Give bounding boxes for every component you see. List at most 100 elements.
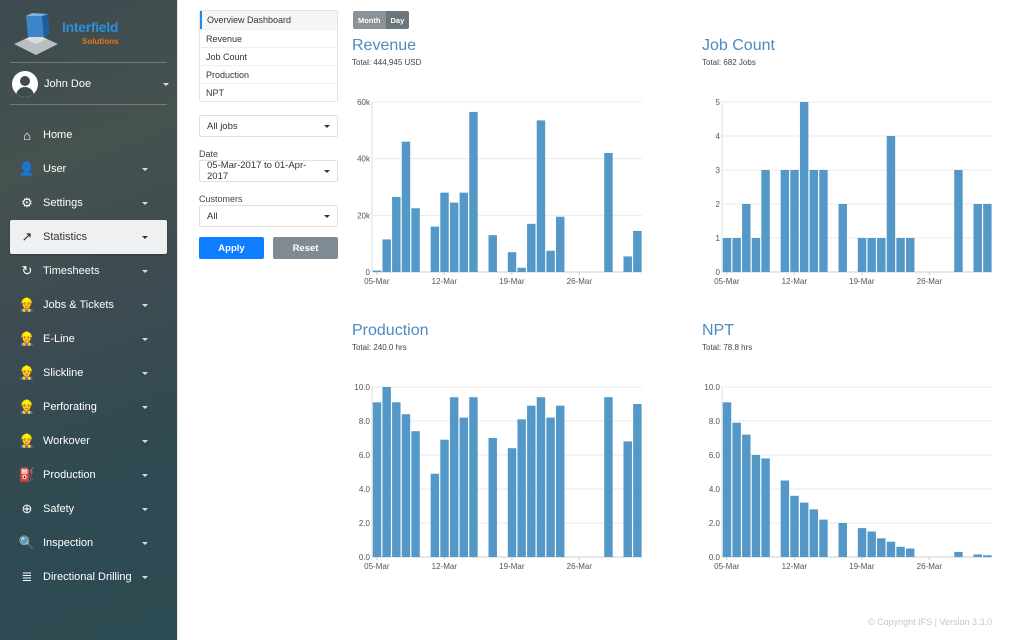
y-tick-label: 2.0 xyxy=(359,519,371,528)
bar xyxy=(857,528,867,557)
bar xyxy=(799,102,809,272)
toggle-day[interactable]: Day xyxy=(385,11,410,29)
sidebar-item-label: Workover xyxy=(43,435,90,447)
job-type-select[interactable]: All jobs xyxy=(199,115,338,137)
x-tick-label: 19-Mar xyxy=(849,562,875,571)
sidebar-item-safety[interactable]: ⊕ Safety xyxy=(10,492,167,526)
brand-logo[interactable]: Interfield Solutions xyxy=(12,12,162,57)
sidebar-item-user[interactable]: 👤 User xyxy=(10,152,167,186)
sidebar-item-inspection[interactable]: 🔍 Inspection xyxy=(10,526,167,560)
production-chart: 0.0 2.0 4.0 6.0 8.0 10.0 05-Mar 12-Mar 19-Mar 26-… xyxy=(354,383,642,571)
sidebar-item-statistics[interactable]: ↗ Statistics xyxy=(10,220,167,254)
bar xyxy=(546,250,555,272)
bar xyxy=(382,239,391,272)
sidebar-item-settings[interactable]: ⚙ Settings xyxy=(10,186,167,220)
sidebar-item-label: Timesheets xyxy=(43,265,100,277)
bar xyxy=(886,136,896,272)
bar xyxy=(372,402,382,557)
x-tick-label: 12-Mar xyxy=(432,562,458,571)
bar xyxy=(761,170,770,272)
x-tick-label: 19-Mar xyxy=(849,277,875,286)
y-tick-label: 4.0 xyxy=(359,485,371,494)
report-item[interactable]: Overview Dashboard xyxy=(200,11,337,29)
date-range-value: 05-Mar-2017 to 01-Apr-2017 xyxy=(207,160,307,182)
bar xyxy=(983,204,992,272)
caret-down-icon xyxy=(324,214,330,218)
y-tick-label: 4 xyxy=(716,132,721,141)
sidebar-item-directional-drilling[interactable]: ≣ Directional Drilling xyxy=(10,560,167,594)
bar xyxy=(507,448,517,557)
bar xyxy=(546,417,555,557)
x-tick-label: 05-Mar xyxy=(714,277,740,286)
bar xyxy=(623,256,632,272)
bar xyxy=(742,434,751,557)
sidebar-item-e-line[interactable]: 👷 E-Line xyxy=(10,322,167,356)
worker-icon: 👷 xyxy=(18,365,36,380)
reset-button[interactable]: Reset xyxy=(273,237,338,259)
sidebar-item-label: Inspection xyxy=(43,537,94,549)
apply-button[interactable]: Apply xyxy=(199,237,264,259)
npt-panel: NPT Total: 78.8 hrs 0.0 2.0 4.0 6.0 8.0 10.0 0… xyxy=(702,322,1002,582)
avatar-icon xyxy=(12,71,38,97)
customers-label: Customers xyxy=(199,194,243,204)
sidebar-item-label: Statistics xyxy=(43,231,88,243)
user-menu[interactable]: John Doe xyxy=(12,70,169,98)
y-tick-label: 40k xyxy=(357,155,371,164)
logo-icon xyxy=(14,13,58,55)
report-item[interactable]: NPT xyxy=(200,83,337,101)
sidebar-item-workover[interactable]: 👷 Workover xyxy=(10,424,167,458)
report-item[interactable]: Job Count xyxy=(200,47,337,65)
bar xyxy=(983,555,992,557)
period-toggle: Month Day xyxy=(353,11,410,29)
report-item[interactable]: Revenue xyxy=(200,29,337,47)
bar xyxy=(517,267,526,272)
caret-down-icon xyxy=(142,201,148,205)
bar xyxy=(633,404,642,557)
bar xyxy=(799,502,809,557)
bar xyxy=(809,170,819,272)
y-tick-label: 3 xyxy=(716,166,721,175)
job-type-value: All jobs xyxy=(207,120,238,132)
report-item[interactable]: Production xyxy=(200,65,337,83)
customers-select[interactable]: All xyxy=(199,205,338,227)
sidebar-item-slickline[interactable]: 👷 Slickline xyxy=(10,356,167,390)
date-range-select[interactable]: 05-Mar-2017 to 01-Apr-2017 xyxy=(199,160,338,182)
date-label: Date xyxy=(199,149,219,159)
y-tick-label: 2 xyxy=(716,200,721,209)
revenue-chart: 0 20k 40k 60k 05-Mar 12-Mar 19-Mar 26-Mar xyxy=(357,98,642,286)
bar xyxy=(536,397,546,557)
sidebar-item-label: Jobs & Tickets xyxy=(43,299,114,311)
sidebar-item-jobs-tickets[interactable]: 👷 Jobs & Tickets xyxy=(10,288,167,322)
sidebar-item-production[interactable]: ⛽ Production xyxy=(10,458,167,492)
bar xyxy=(440,192,449,272)
bar xyxy=(527,405,536,557)
bar xyxy=(867,238,876,272)
sidebar-item-home[interactable]: ⌂ Home xyxy=(10,118,167,152)
oil-pump-icon: ⛽ xyxy=(18,467,36,482)
x-tick-label: 26-Mar xyxy=(567,562,593,571)
caret-down-icon xyxy=(142,473,148,477)
sidebar-item-timesheets[interactable]: ↻ Timesheets xyxy=(10,254,167,288)
sidebar-item-perforating[interactable]: 👷 Perforating xyxy=(10,390,167,424)
toggle-month[interactable]: Month xyxy=(353,11,386,29)
database-icon: ≣ xyxy=(21,569,33,584)
caret-down-icon xyxy=(142,575,148,579)
npt-chart: 0.0 2.0 4.0 6.0 8.0 10.0 05-Mar 12-Mar 19-Mar 26-… xyxy=(704,383,992,571)
bar xyxy=(838,523,847,557)
gear-icon: ⚙ xyxy=(21,195,33,210)
y-tick-label: 0 xyxy=(716,268,721,277)
bar xyxy=(896,238,905,272)
bar xyxy=(372,270,382,272)
bar xyxy=(536,120,546,273)
job-count-panel: Job Count Total: 682 Jobs 0 1 2 3 4 5 05-Mar 12… xyxy=(702,37,1002,297)
x-tick-label: 19-Mar xyxy=(499,277,525,286)
brand-sub: Solutions xyxy=(82,37,119,46)
bar xyxy=(751,455,761,557)
report-list: Overview Dashboard Revenue Job Count Produc… xyxy=(199,10,338,102)
bar xyxy=(469,397,478,557)
revenue-panel: Revenue Total: 444,945 USD 0 20k 40k 60k 05-… xyxy=(352,37,652,297)
history-icon: ↻ xyxy=(21,263,33,278)
y-tick-label: 8.0 xyxy=(359,417,371,426)
x-tick-label: 05-Mar xyxy=(714,562,740,571)
bar xyxy=(732,238,741,272)
